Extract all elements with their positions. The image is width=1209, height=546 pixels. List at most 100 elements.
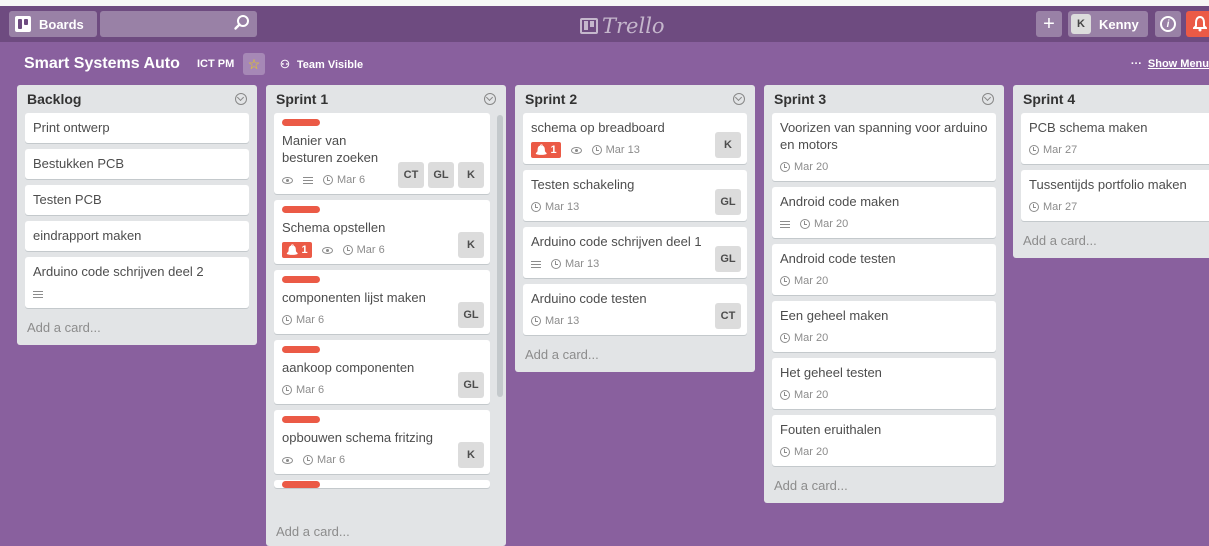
card[interactable]: Android code maken Mar 20 xyxy=(772,187,996,238)
search-box[interactable] xyxy=(100,11,257,37)
card-badges: Mar 20 xyxy=(780,330,988,346)
show-menu-button[interactable]: ··· Show Menu xyxy=(1131,58,1209,70)
boards-button[interactable]: Boards xyxy=(9,11,97,37)
add-card-link[interactable]: Add a card... xyxy=(266,518,506,546)
member-avatar[interactable]: GL xyxy=(458,302,484,328)
card[interactable]: schema op breadboard 🔔 1 Mar 13 K xyxy=(523,113,747,164)
due-date-badge: Mar 6 xyxy=(342,244,385,256)
card[interactable]: opbouwen schema fritzing Mar 6 K xyxy=(274,410,490,474)
search-icon[interactable] xyxy=(233,14,251,32)
card[interactable]: Een geheel maken Mar 20 xyxy=(772,301,996,352)
list-menu-icon[interactable] xyxy=(733,93,745,105)
list-title[interactable]: Sprint 1 xyxy=(276,91,484,107)
card-members: GL xyxy=(454,372,484,398)
clock-icon xyxy=(1029,145,1039,155)
member-avatar[interactable]: CT xyxy=(398,162,424,188)
user-menu-button[interactable]: K Kenny xyxy=(1068,11,1148,37)
card-title: componenten lijst maken xyxy=(282,290,426,305)
card[interactable]: eindrapport maken xyxy=(25,221,249,251)
notifications-button[interactable] xyxy=(1186,11,1209,37)
member-avatar[interactable]: GL xyxy=(715,189,741,215)
list-title[interactable]: Sprint 4 xyxy=(1023,91,1209,107)
member-avatar[interactable]: CT xyxy=(715,303,741,329)
card-badges: Mar 13 xyxy=(531,256,709,272)
due-date: Mar 20 xyxy=(794,161,829,173)
card[interactable]: Android code testen Mar 20 xyxy=(772,244,996,295)
card-list: Voorizen van spanning voor arduino en mo… xyxy=(764,113,1004,466)
card-members: GL xyxy=(454,302,484,328)
due-date-badge: Mar 20 xyxy=(780,446,828,458)
list-menu-icon[interactable] xyxy=(982,93,994,105)
card[interactable]: Testen schakeling Mar 13 GL xyxy=(523,170,747,221)
member-avatar[interactable]: GL xyxy=(428,162,454,188)
card[interactable]: Schema opstellen 🔔 1 Mar 6 K xyxy=(274,200,490,264)
watch-badge xyxy=(282,456,293,464)
member-avatar[interactable]: K xyxy=(715,132,741,158)
trello-logo[interactable]: Trello xyxy=(580,14,665,38)
card-badges: Mar 13 xyxy=(531,313,709,329)
due-date: Mar 6 xyxy=(296,314,325,326)
card-members: GL xyxy=(711,246,741,272)
alert-count: 1 xyxy=(301,244,308,256)
card[interactable]: Het geheel testen Mar 20 xyxy=(772,358,996,409)
card[interactable]: Arduino code schrijven deel 1 Mar 13 GL xyxy=(523,227,747,278)
board-title[interactable]: Smart Systems Auto xyxy=(24,55,180,73)
add-card-link[interactable]: Add a card... xyxy=(764,472,1004,503)
card-label-red xyxy=(282,481,320,488)
card-title: Testen PCB xyxy=(33,192,102,207)
card-title: Android code maken xyxy=(780,194,900,209)
clock-icon xyxy=(780,333,790,343)
visibility-button[interactable]: ⚇ Team Visible xyxy=(280,58,363,72)
member-avatar[interactable]: K xyxy=(458,232,484,258)
due-date: Mar 27 xyxy=(1043,144,1078,156)
list-menu-icon[interactable] xyxy=(484,93,496,105)
card[interactable]: Bestukken PCB xyxy=(25,149,249,179)
list-backlog: Backlog Print ontwerp Bestukken PCB Testen … xyxy=(17,85,257,345)
card-title: Arduino code schrijven deel 1 xyxy=(531,234,702,249)
list-sprint-3: Sprint 3 Voorizen van spanning voor ardui… xyxy=(764,85,1004,503)
list-title[interactable]: Backlog xyxy=(27,91,235,107)
bell-icon: 🔔 xyxy=(535,144,548,156)
card[interactable]: componenten lijst maken Mar 6 GL xyxy=(274,270,490,334)
list-menu-icon[interactable] xyxy=(235,93,247,105)
card[interactable]: PCB schema maken Mar 27 xyxy=(1021,113,1209,164)
card[interactable]: Arduino code testen Mar 13 CT xyxy=(523,284,747,335)
member-avatar[interactable]: K xyxy=(458,442,484,468)
add-card-link[interactable]: Add a card... xyxy=(17,314,257,345)
member-avatar[interactable]: K xyxy=(458,162,484,188)
member-avatar[interactable]: GL xyxy=(715,246,741,272)
card[interactable] xyxy=(274,480,490,488)
card-badges: Mar 6 xyxy=(282,382,452,398)
list-title[interactable]: Sprint 2 xyxy=(525,91,733,107)
list-scrollbar[interactable] xyxy=(497,115,503,397)
card[interactable]: Testen PCB xyxy=(25,185,249,215)
trello-logo-icon xyxy=(580,18,598,34)
add-button[interactable]: + xyxy=(1036,11,1062,37)
card-title: eindrapport maken xyxy=(33,228,142,243)
card-title: Een geheel maken xyxy=(780,308,889,323)
card-list: schema op breadboard 🔔 1 Mar 13 K Testen scha… xyxy=(515,113,755,335)
clock-icon xyxy=(591,145,602,155)
info-button[interactable]: i xyxy=(1155,11,1181,37)
due-date-badge: Mar 13 xyxy=(531,201,579,213)
star-button[interactable]: ☆ xyxy=(243,53,265,75)
board-org[interactable]: ICT PM xyxy=(197,58,234,70)
description-icon xyxy=(780,220,790,229)
card[interactable]: aankoop componenten Mar 6 GL xyxy=(274,340,490,404)
card[interactable]: Voorizen van spanning voor arduino en mo… xyxy=(772,113,996,181)
card-title: Android code testen xyxy=(780,251,896,266)
add-card-link[interactable]: Add a card... xyxy=(1013,227,1209,258)
card-label-red xyxy=(282,206,320,213)
alert-count: 1 xyxy=(550,144,557,156)
card[interactable]: Print ontwerp xyxy=(25,113,249,143)
due-date-badge: Mar 6 xyxy=(282,384,324,396)
description-badge xyxy=(531,260,541,269)
list-title[interactable]: Sprint 3 xyxy=(774,91,982,107)
card[interactable]: Manier van besturen zoeken Mar 6 CT GL K xyxy=(274,113,490,194)
member-avatar[interactable]: GL xyxy=(458,372,484,398)
card[interactable]: Tussentijds portfolio maken Mar 27 xyxy=(1021,170,1209,221)
card[interactable]: Arduino code schrijven deel 2 xyxy=(25,257,249,308)
add-card-link[interactable]: Add a card... xyxy=(515,341,755,372)
card[interactable]: Fouten eruithalen Mar 20 xyxy=(772,415,996,466)
card-title: Print ontwerp xyxy=(33,120,110,135)
